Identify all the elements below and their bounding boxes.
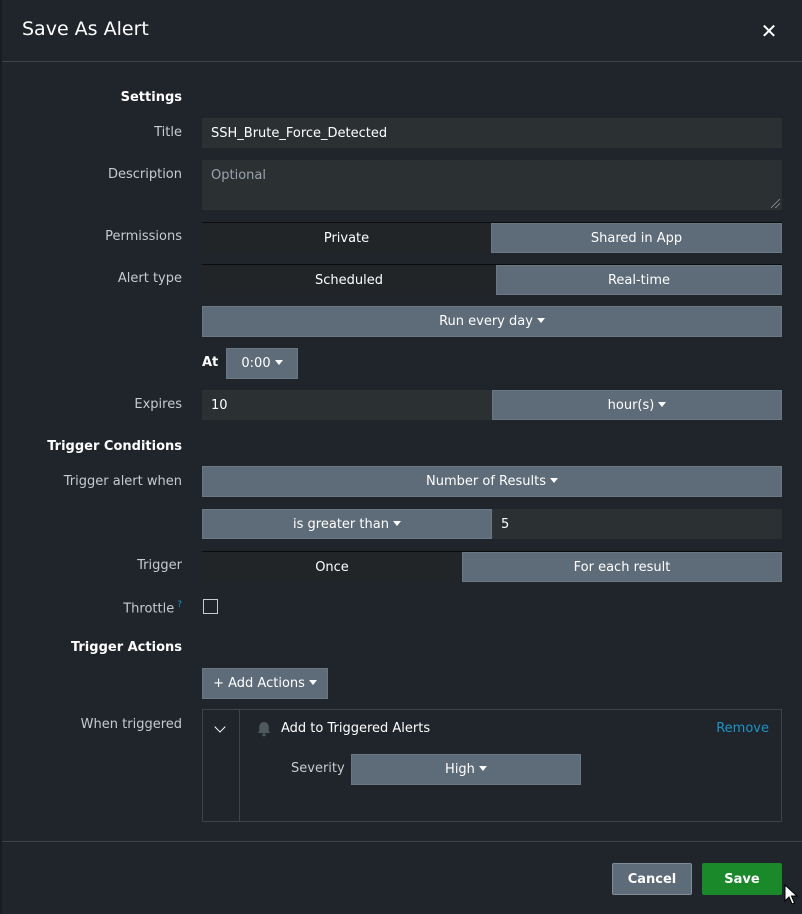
alert-type-label: Alert type	[117, 271, 182, 286]
caret-down-icon	[392, 520, 401, 526]
settings-heading: Settings	[120, 90, 182, 105]
caret-down-icon	[308, 680, 317, 685]
expires-unit-dropdown[interactable]: hour(s)	[492, 390, 782, 420]
trigger-label: Trigger	[137, 558, 182, 573]
chevron-down-icon[interactable]	[214, 721, 226, 733]
threshold-input[interactable]: 5	[492, 509, 782, 539]
dialog-footer: Cancel Save	[2, 841, 802, 914]
description-textarea[interactable]: Optional	[202, 160, 782, 210]
dialog-title: Save As Alert	[22, 18, 149, 40]
trigger-conditions-heading: Trigger Conditions	[47, 439, 182, 454]
description-label: Description	[107, 167, 182, 182]
caret-down-icon	[536, 318, 545, 323]
alert-type-realtime-option[interactable]: Real-time	[496, 265, 782, 295]
title-input[interactable]: SSH_Brute_Force_Detected	[202, 118, 782, 148]
trigger-toggle: Once For each result	[202, 551, 782, 582]
comparator-dropdown[interactable]: is greater than	[202, 509, 492, 539]
trigger-when-value: Number of Results	[426, 474, 546, 489]
expires-input[interactable]: 10	[202, 390, 492, 420]
at-label: At	[202, 355, 219, 370]
alert-type-toggle: Scheduled Real-time	[202, 264, 782, 295]
save-button[interactable]: Save	[702, 863, 782, 895]
comparator-value: is greater than	[293, 516, 389, 532]
expires-unit-value: hour(s)	[607, 397, 655, 413]
trigger-actions-heading: Trigger Actions	[70, 640, 182, 655]
throttle-help-icon[interactable]: ?	[177, 600, 182, 610]
when-triggered-label: When triggered	[80, 717, 182, 732]
add-actions-label: + Add Actions	[213, 676, 305, 691]
caret-down-icon	[478, 766, 487, 771]
expires-label: Expires	[134, 397, 182, 412]
schedule-value: Run every day	[439, 314, 533, 329]
throttle-label-group: Throttle?	[2, 600, 182, 616]
description-placeholder: Optional	[211, 168, 266, 183]
trigger-when-label: Trigger alert when	[63, 474, 182, 489]
resize-handle-icon[interactable]	[771, 199, 780, 208]
severity-value: High	[445, 762, 475, 777]
add-actions-button[interactable]: + Add Actions	[202, 668, 328, 699]
close-icon[interactable]: ✕	[760, 20, 778, 42]
caret-down-icon	[274, 360, 283, 365]
save-as-alert-dialog: Save As Alert ✕ Settings Title SSH_Brute…	[2, 0, 802, 914]
trigger-when-dropdown[interactable]: Number of Results	[202, 466, 782, 497]
remove-action-link[interactable]: Remove	[716, 721, 769, 736]
permissions-label: Permissions	[105, 229, 182, 244]
at-time-dropdown[interactable]: 0:00	[226, 348, 298, 379]
trigger-each-result-option[interactable]: For each result	[462, 552, 782, 582]
permissions-shared-option[interactable]: Shared in App	[491, 223, 782, 253]
collapse-column	[203, 710, 240, 821]
action-name: Add to Triggered Alerts	[281, 721, 431, 736]
title-label: Title	[154, 125, 182, 140]
triggered-action-panel: Add to Triggered Alerts Remove Severity …	[202, 709, 782, 822]
throttle-checkbox[interactable]	[203, 599, 218, 614]
severity-label: Severity	[291, 761, 345, 776]
throttle-label: Throttle	[123, 601, 175, 617]
mouse-cursor-icon	[784, 884, 798, 905]
cancel-button[interactable]: Cancel	[612, 863, 692, 895]
permissions-private-option[interactable]: Private	[202, 223, 491, 253]
caret-down-icon	[549, 478, 558, 483]
at-time-value: 0:00	[241, 356, 271, 371]
alert-type-scheduled-option[interactable]: Scheduled	[202, 265, 496, 295]
permissions-toggle: Private Shared in App	[202, 222, 782, 253]
trigger-once-option[interactable]: Once	[202, 552, 462, 582]
caret-down-icon	[658, 401, 667, 407]
bell-icon	[257, 722, 271, 737]
schedule-dropdown[interactable]: Run every day	[202, 306, 782, 337]
severity-dropdown[interactable]: High	[351, 754, 581, 785]
dialog-header: Save As Alert ✕	[2, 0, 802, 62]
